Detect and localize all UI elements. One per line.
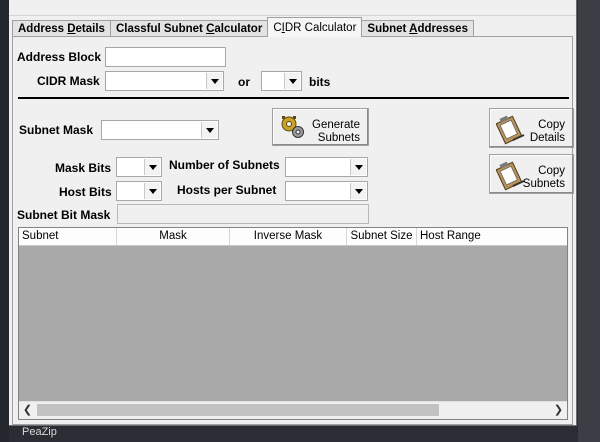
hosts-per-subnet-dropdown[interactable] (285, 181, 368, 201)
column-header-subnet[interactable]: Subnet (19, 228, 117, 245)
mask-bits-label: Mask Bits (55, 161, 112, 175)
copy-details-label: Copy Details (529, 119, 565, 144)
hosts-per-subnet-label: Hosts per Subnet (177, 183, 277, 197)
gears-icon (281, 116, 304, 138)
chevron-down-icon[interactable] (350, 159, 366, 175)
horizontal-scrollbar[interactable]: ❮ ❯ (19, 401, 567, 419)
subnet-mask-label: Subnet Mask (19, 123, 94, 137)
scroll-left-icon[interactable]: ❮ (19, 402, 36, 419)
or-label: or (238, 75, 250, 89)
desktop-background (0, 0, 9, 442)
copy-details-button[interactable]: Copy Details (489, 108, 574, 148)
host-bits-dropdown[interactable] (116, 181, 162, 201)
tab-address-details[interactable]: Address Details (12, 20, 111, 37)
tab-cidr-calculator[interactable]: CIDR Calculator (267, 17, 363, 37)
tab-strip: Address Details Classful Subnet Calculat… (12, 17, 474, 37)
chevron-down-icon[interactable] (350, 183, 366, 199)
tab-classful-subnet-calculator[interactable]: Classful Subnet Calculator (109, 20, 269, 37)
subnet-mask-dropdown[interactable] (101, 120, 219, 140)
host-bits-label: Host Bits (59, 185, 112, 199)
window-top-edge (9, 0, 576, 16)
cidr-calculator-panel: Address Block CIDR Mask or bits Subnet M… (12, 36, 574, 425)
clipboard-icon (496, 115, 525, 145)
subnet-results-table[interactable]: Subnet Mask Inverse Mask Subnet Size Hos… (18, 227, 568, 420)
subnet-bit-mask-label: Subnet Bit Mask (17, 208, 111, 222)
number-of-subnets-label: Number of Subnets (169, 158, 280, 172)
clipboard-icon (496, 161, 525, 191)
column-header-host-range[interactable]: Host Range (417, 228, 567, 245)
copy-subnets-label: Copy Subnets (522, 165, 565, 190)
column-header-subnet-size[interactable]: Subnet Size (347, 228, 417, 245)
chevron-down-icon[interactable] (201, 122, 217, 138)
column-header-inverse-mask[interactable]: Inverse Mask (230, 228, 347, 245)
cidr-mask-label: CIDR Mask (37, 74, 100, 88)
chevron-down-icon[interactable] (284, 73, 300, 89)
cidr-mask-dropdown[interactable] (105, 71, 224, 91)
mask-bits-dropdown[interactable] (116, 157, 162, 177)
scrollbar-thumb[interactable] (37, 404, 439, 416)
bits-dropdown[interactable] (261, 71, 302, 91)
scroll-right-icon[interactable]: ❯ (550, 402, 567, 419)
chevron-down-icon[interactable] (144, 159, 160, 175)
address-block-label: Address Block (17, 50, 102, 64)
table-header: Subnet Mask Inverse Mask Subnet Size Hos… (19, 228, 567, 246)
column-header-mask[interactable]: Mask (117, 228, 230, 245)
address-block-input[interactable] (105, 47, 226, 67)
desktop-background-right (578, 0, 600, 442)
copy-subnets-button[interactable]: Copy Subnets (489, 154, 574, 194)
bits-label: bits (309, 75, 331, 89)
generate-subnets-label: Generate Subnets (312, 119, 360, 144)
subnet-bit-mask-field (117, 204, 369, 224)
generate-subnets-button[interactable]: Generate Subnets (272, 108, 369, 146)
chevron-down-icon[interactable] (144, 183, 160, 199)
section-divider (18, 97, 569, 99)
number-of-subnets-dropdown[interactable] (285, 157, 368, 177)
chevron-down-icon[interactable] (206, 73, 222, 89)
app-window: Address Details Classful Subnet Calculat… (9, 0, 577, 426)
tab-subnet-addresses[interactable]: Subnet Addresses (361, 20, 474, 37)
taskbar-peazip-label[interactable]: PeaZip (22, 426, 57, 438)
